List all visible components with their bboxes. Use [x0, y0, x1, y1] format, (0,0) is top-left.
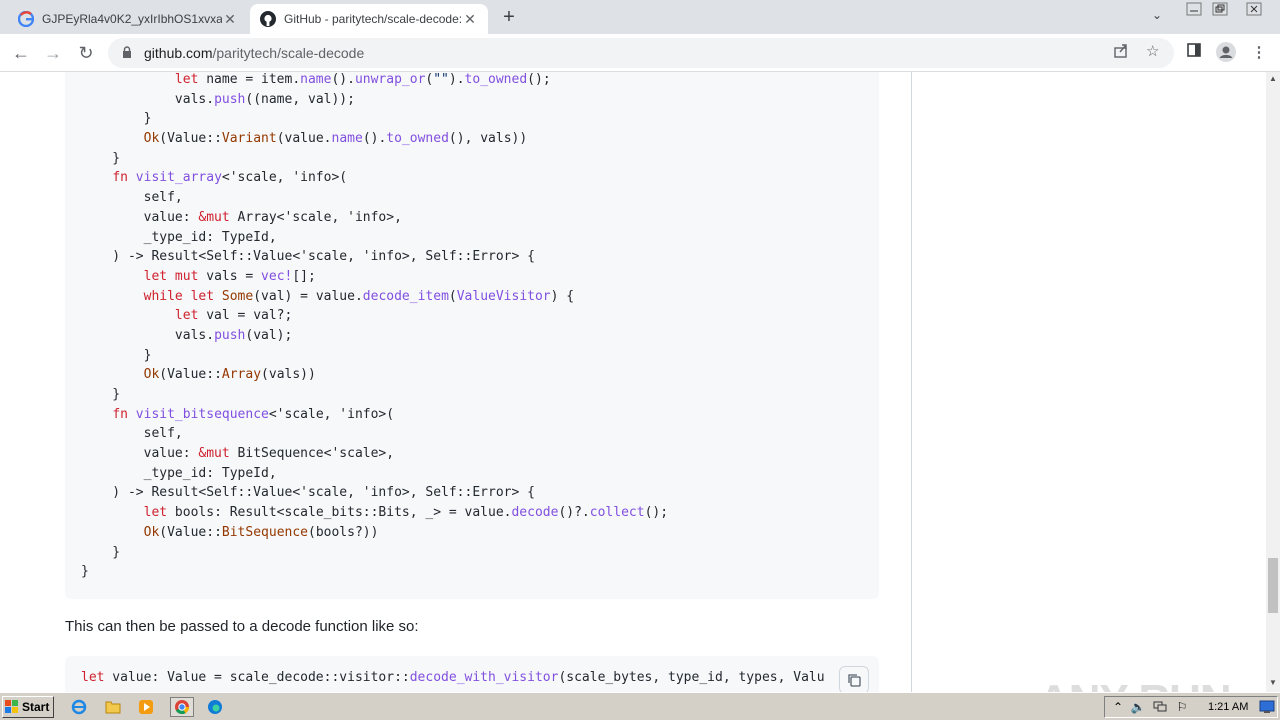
scroll-thumb[interactable]: [1268, 558, 1278, 613]
prose-paragraph: This can then be passed to a decode func…: [65, 618, 419, 635]
code-line: }: [81, 347, 152, 363]
code-line: fn visit_array<'scale, 'info>(: [112, 170, 348, 186]
clock: 1:21 AM: [1208, 701, 1249, 713]
restore-button[interactable]: [1212, 2, 1228, 19]
code-line: value: &mut BitSequence<'scale>,: [81, 446, 395, 462]
code-listing: let name = item.name().unwrap_or("").to_…: [81, 72, 668, 582]
bookmark-star-icon[interactable]: ☆: [1146, 42, 1159, 60]
close-window-button[interactable]: [1246, 2, 1262, 19]
code-line: }: [81, 387, 121, 402]
code-line: }: [81, 150, 121, 166]
code-line: ) -> Result<Self::Value<'scale, 'info>, …: [81, 485, 535, 501]
code-line: self,: [81, 190, 183, 206]
scroll-up-arrow-icon[interactable]: ▲: [1269, 74, 1277, 83]
code-line: self,: [81, 426, 183, 442]
code-line: fn visit_bitsequence<'scale, 'info>(: [112, 406, 395, 422]
share-icon[interactable]: [1113, 42, 1129, 62]
code-line: let name = item.name().unwrap_or("").to_…: [174, 72, 551, 87]
copy-icon: [848, 674, 861, 687]
page-scrollbar[interactable]: ▲ ▼: [1266, 72, 1280, 692]
internet-explorer-icon[interactable]: [70, 698, 88, 716]
chrome-icon[interactable]: [170, 697, 194, 717]
tab-google[interactable]: GJPEyRla4v0K2_yxIrIbhOS1xvxa8f- ✕: [8, 4, 248, 34]
lock-icon: [122, 45, 132, 61]
minimize-button[interactable]: [1186, 2, 1202, 19]
address-bar[interactable]: github.com/paritytech/scale-decode: [108, 38, 1174, 68]
code-line: Ok(Value::BitSequence(bools?)): [143, 524, 379, 540]
flag-icon[interactable]: ⚐: [1173, 698, 1191, 716]
code-line: value: &mut Array<'scale, 'info>,: [81, 209, 402, 225]
code-line: let val = val?;: [174, 308, 293, 324]
speaker-icon[interactable]: 🔈: [1129, 698, 1147, 716]
code-line: }: [81, 544, 121, 560]
code-line: while let Some(val) = value.decode_item(…: [143, 288, 575, 304]
network-icon[interactable]: [1151, 698, 1169, 716]
page-content: let name = item.name().unwrap_or("").to_…: [0, 72, 1268, 692]
code-line: vals.push(val);: [81, 327, 293, 343]
code-line: let bools: Result<scale_bits::Bits, _> =…: [143, 505, 669, 521]
browser-toolbar: ← → ↻ github.com/paritytech/scale-decode…: [0, 34, 1280, 72]
tab-title: GitHub - paritytech/scale-decode: De: [284, 12, 462, 26]
url-path: /paritytech/scale-decode: [212, 45, 365, 61]
taskbar: Start ⌃ 🔈 ⚐ 1:21 AM: [0, 692, 1280, 720]
tab-title: GJPEyRla4v0K2_yxIrIbhOS1xvxa8f-: [42, 12, 222, 26]
close-icon[interactable]: ✕: [462, 11, 478, 28]
profile-avatar-icon[interactable]: [1215, 42, 1237, 64]
tab-github[interactable]: GitHub - paritytech/scale-decode: De ✕: [250, 4, 488, 34]
code-line: vals.push((name, val));: [81, 91, 355, 107]
code-line: _type_id: TypeId,: [81, 229, 277, 245]
close-icon[interactable]: ✕: [222, 11, 238, 28]
folder-icon[interactable]: [104, 698, 122, 716]
code-line: ) -> Result<Self::Value<'scale, 'info>, …: [81, 249, 535, 265]
forward-arrow-icon[interactable]: →: [42, 42, 64, 64]
code-block-2: let value: Value = scale_decode::visitor…: [65, 656, 879, 692]
media-player-icon[interactable]: [137, 698, 155, 716]
reload-icon[interactable]: ↻: [75, 42, 97, 64]
url-domain: github.com: [144, 45, 213, 61]
scroll-down-arrow-icon[interactable]: ▼: [1269, 678, 1277, 687]
github-icon: [260, 11, 276, 27]
google-icon: [18, 11, 34, 27]
edge-icon[interactable]: [206, 698, 224, 716]
show-desktop-icon[interactable]: [1258, 698, 1276, 716]
code-line: }: [81, 564, 89, 580]
code-line: }: [81, 111, 152, 127]
chevron-up-icon[interactable]: ⌃: [1109, 698, 1127, 716]
code-line: _type_id: TypeId,: [81, 465, 277, 481]
sidebar-divider: [911, 72, 912, 692]
side-panel-icon[interactable]: [1183, 42, 1205, 64]
copy-button[interactable]: [839, 666, 869, 692]
code-line: Ok(Value::Array(vals)): [143, 367, 316, 383]
back-arrow-icon[interactable]: ←: [10, 42, 32, 64]
start-button[interactable]: Start: [2, 696, 54, 718]
new-tab-button[interactable]: +: [498, 6, 520, 29]
system-tray: ⌃ 🔈 ⚐: [1104, 696, 1278, 718]
watermark: ANY RUN: [1038, 676, 1232, 692]
menu-kebab-icon[interactable]: ⋮: [1248, 42, 1270, 64]
code-line: Ok(Value::Variant(value.name().to_owned(…: [143, 131, 528, 147]
windows-logo-icon: [5, 700, 19, 714]
tab-search-icon[interactable]: ⌄: [1152, 8, 1162, 22]
code-listing-2: let value: Value = scale_decode::visitor…: [81, 670, 825, 685]
code-line: let mut vals = vec![];: [143, 268, 316, 284]
tab-strip: GJPEyRla4v0K2_yxIrIbhOS1xvxa8f- ✕ GitHub…: [0, 0, 1280, 34]
